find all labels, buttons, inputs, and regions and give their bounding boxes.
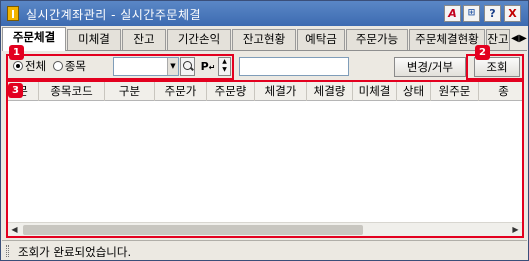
tab-bar: 주문체결 미체결 잔고 기간손익 잔고현황 예탁금 주문가능 주문체결현황 잔고… [2, 27, 527, 51]
highlight-box-3 [6, 80, 524, 238]
window-title: 실시간계좌관리 - 실시간주문체결 [26, 8, 202, 22]
tab-unfilled[interactable]: 미체결 [67, 29, 121, 50]
p-label: P [200, 60, 209, 73]
tab-balance-status[interactable]: 잔고현황 [232, 29, 296, 50]
spinner-icon[interactable]: ▲ ▼ [218, 57, 231, 76]
badge-3: 3 [8, 83, 23, 98]
query-button[interactable]: 조회 [474, 57, 520, 77]
radio-item[interactable] [52, 61, 63, 71]
help-button[interactable]: ? [484, 5, 501, 22]
close-button[interactable]: X [504, 5, 521, 22]
stock-name-field[interactable] [239, 57, 349, 76]
toolbar: 1 전체 종목 ▼ P↵ ▲ ▼ 2 변경/거부 조회 [6, 45, 524, 80]
tab-balance[interactable]: 잔고 [122, 29, 166, 50]
tab-order-fill-status[interactable]: 주문체결현황 [409, 29, 485, 50]
status-message: 조회가 완료되었습니다. [18, 245, 132, 259]
app-icon [7, 6, 19, 21]
search-icon[interactable] [180, 57, 195, 76]
tab-orderable[interactable]: 주문가능 [346, 29, 408, 50]
change-reject-button[interactable]: 변경/거부 [394, 57, 466, 77]
tab-deposit[interactable]: 예탁금 [297, 29, 345, 50]
radio-item-label: 종목 [64, 59, 86, 73]
radio-all-label: 전체 [25, 59, 47, 73]
tab-scroll-right-icon[interactable]: ▶ [518, 29, 528, 49]
pin-button[interactable]: ⊞ [463, 5, 480, 22]
badge-2: 2 [475, 45, 490, 60]
radio-group: 전체 종목 [13, 58, 89, 76]
main-window: 실시간계좌관리 - 실시간주문체결 A ⊞ ? X 주문체결 미체결 잔고 기간… [0, 0, 529, 261]
status-bar: 조회가 완료되었습니다. [2, 240, 527, 260]
grip-icon [6, 245, 9, 257]
stock-code-combo[interactable]: ▼ [113, 57, 179, 76]
title-bar[interactable]: 실시간계좌관리 - 실시간주문체결 A ⊞ ? X [1, 1, 528, 26]
badge-1: 1 [9, 45, 24, 60]
font-a-button[interactable]: A [444, 5, 461, 22]
p-button[interactable]: P↵ [200, 57, 216, 76]
chevron-down-icon[interactable]: ▼ [167, 58, 178, 75]
tab-period-pnl[interactable]: 기간손익 [167, 29, 231, 50]
radio-all[interactable] [13, 61, 23, 71]
